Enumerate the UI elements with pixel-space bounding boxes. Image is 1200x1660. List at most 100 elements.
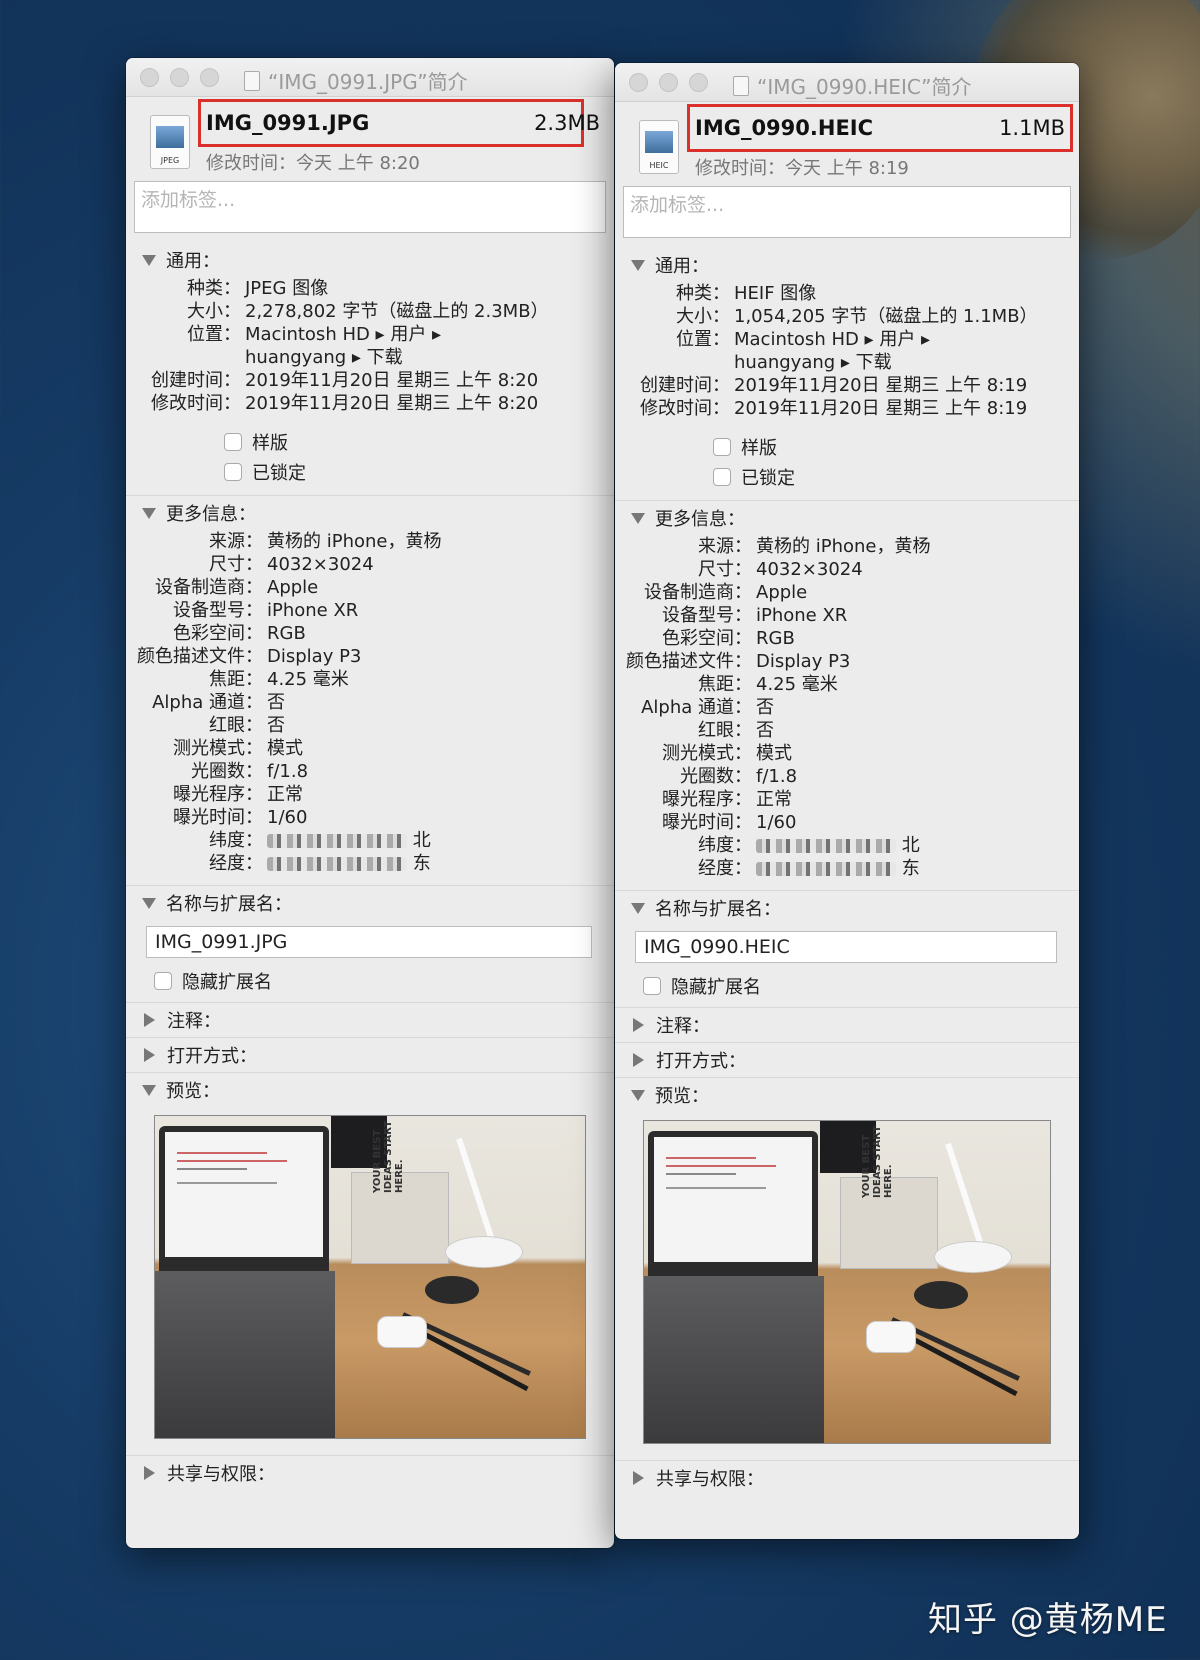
zoom-button[interactable] <box>689 73 708 92</box>
disclosure-triangle-icon[interactable] <box>142 254 156 266</box>
disclosure-triangle-icon[interactable] <box>144 1466 155 1480</box>
section-sharing-header[interactable]: 共享与权限： <box>615 1461 1079 1495</box>
section-more-info-header[interactable]: 更多信息： <box>615 501 1079 535</box>
section-general-header[interactable]: 通用： <box>126 243 614 277</box>
disclosure-triangle-icon[interactable] <box>633 1053 644 1067</box>
disclosure-triangle-icon[interactable] <box>631 1089 645 1101</box>
section-comments-header[interactable]: 注释： <box>615 1008 1079 1042</box>
section-more-info-header[interactable]: 更多信息： <box>126 496 614 530</box>
window-title: “IMG_0991.JPG”简介 <box>268 70 468 94</box>
info-row: 色彩空间： RGB <box>126 622 614 645</box>
stationery-checkbox[interactable]: 样版 <box>224 427 614 457</box>
modified-time: 修改时间：今天 上午 8:20 <box>206 153 420 174</box>
hide-extension-checkbox[interactable]: 隐藏扩展名 <box>615 971 1079 1001</box>
section-open-with-header[interactable]: 打开方式： <box>615 1043 1079 1077</box>
checkbox-icon[interactable] <box>643 977 661 995</box>
row-value: 东 <box>901 858 920 879</box>
info-window-heic[interactable]: “IMG_0990.HEIC”简介 HEIC IMG_0990.HEIC 1.1… <box>615 63 1079 1539</box>
close-button[interactable] <box>629 73 648 92</box>
info-row: 颜色描述文件： Display P3 <box>126 645 614 668</box>
row-value: 4032×3024 <box>756 559 863 580</box>
row-key: Alpha 通道： <box>152 692 263 713</box>
row-key: 光圈数： <box>191 761 263 782</box>
document-icon <box>733 75 749 96</box>
longitude-row: 经度： 东 <box>126 852 614 875</box>
filename-field[interactable]: IMG_0991.JPG <box>146 926 592 958</box>
disclosure-triangle-icon[interactable] <box>144 1048 155 1062</box>
disclosure-triangle-icon[interactable] <box>631 259 645 271</box>
row-key: 曝光程序： <box>662 789 752 810</box>
row-value: Display P3 <box>756 651 851 672</box>
section-open-with-header[interactable]: 打开方式： <box>126 1038 614 1072</box>
checkbox-label: 已锁定 <box>741 468 795 489</box>
disclosure-triangle-icon[interactable] <box>633 1018 644 1032</box>
row-key: 设备型号： <box>662 605 752 626</box>
section-comments-header[interactable]: 注释： <box>126 1003 614 1037</box>
more-info-rows: 来源： 黄杨的 iPhone，黄杨 尺寸： 4032×3024 设备制造商： Apple 设… <box>126 530 614 829</box>
locked-checkbox[interactable]: 已锁定 <box>713 462 1079 492</box>
info-row: 测光模式： 模式 <box>615 742 1079 765</box>
watermark: 知乎 @黄杨ME <box>928 1600 1168 1640</box>
title-bar[interactable]: “IMG_0990.HEIC”简介 <box>615 63 1079 102</box>
row-key: 焦距： <box>698 674 752 695</box>
stationery-checkbox[interactable]: 样版 <box>713 432 1079 462</box>
checkbox-label: 已锁定 <box>252 463 306 484</box>
info-row: 焦距： 4.25 毫米 <box>126 668 614 691</box>
row-key: 焦距： <box>209 669 263 690</box>
row-key: 设备型号： <box>173 600 263 621</box>
locked-checkbox[interactable]: 已锁定 <box>224 457 614 487</box>
row-value: HEIF 图像 <box>734 283 817 304</box>
info-row: 尺寸： 4032×3024 <box>615 558 1079 581</box>
row-key: 创建时间： <box>640 375 730 396</box>
info-row: 色彩空间： RGB <box>615 627 1079 650</box>
row-key: 来源： <box>698 536 752 557</box>
minimize-button[interactable] <box>170 68 189 87</box>
disclosure-triangle-icon[interactable] <box>142 1084 156 1096</box>
disclosure-triangle-icon[interactable] <box>631 902 645 914</box>
section-general-header[interactable]: 通用： <box>615 248 1079 282</box>
disclosure-triangle-icon[interactable] <box>142 897 156 909</box>
minimize-button[interactable] <box>659 73 678 92</box>
photo-preview: YOUR BEST IDEAS START HERE. <box>643 1120 1051 1444</box>
row-key: 曝光程序： <box>173 784 263 805</box>
checkbox-icon[interactable] <box>154 972 172 990</box>
info-row: 曝光程序： 正常 <box>126 783 614 806</box>
section-sharing-header[interactable]: 共享与权限： <box>126 1456 614 1490</box>
row-value: 2,278,802 字节（磁盘上的 2.3MB） <box>245 301 549 322</box>
row-value: 2019年11月20日 星期三 上午 8:19 <box>734 398 1028 419</box>
info-row: 颜色描述文件： Display P3 <box>615 650 1079 673</box>
section-name-ext-header[interactable]: 名称与扩展名： <box>126 886 614 920</box>
section-name-ext-header[interactable]: 名称与扩展名： <box>615 891 1079 925</box>
info-window-jpg[interactable]: “IMG_0991.JPG”简介 JPEG IMG_0991.JPG 2.3MB… <box>126 58 614 1548</box>
tags-input[interactable]: 添加标签... <box>623 186 1071 238</box>
checkbox-label: 样版 <box>741 438 777 459</box>
info-row: 光圈数： f/1.8 <box>126 760 614 783</box>
disclosure-triangle-icon[interactable] <box>631 512 645 524</box>
section-preview-header[interactable]: 预览： <box>615 1078 1079 1112</box>
section-preview-header[interactable]: 预览： <box>126 1073 614 1107</box>
image-file-icon: JPEG <box>150 115 190 169</box>
row-value: RGB <box>756 628 795 649</box>
tags-input[interactable]: 添加标签... <box>134 181 606 233</box>
disclosure-triangle-icon[interactable] <box>144 1013 155 1027</box>
section-label: 打开方式： <box>656 1051 746 1072</box>
hide-extension-checkbox[interactable]: 隐藏扩展名 <box>126 966 614 996</box>
info-row: 位置： Macintosh HD ▸ 用户 ▸ huangyang ▸ 下载 <box>615 328 1079 374</box>
info-row: 焦距： 4.25 毫米 <box>615 673 1079 696</box>
info-row: 种类： HEIF 图像 <box>615 282 1079 305</box>
title-bar[interactable]: “IMG_0991.JPG”简介 <box>126 58 614 97</box>
filename-field[interactable]: IMG_0990.HEIC <box>635 931 1057 963</box>
info-row: 曝光时间： 1/60 <box>615 811 1079 834</box>
close-button[interactable] <box>140 68 159 87</box>
file-header: JPEG IMG_0991.JPG 2.3MB 修改时间：今天 上午 8:20 <box>126 97 614 181</box>
row-value: 否 <box>267 715 285 736</box>
section-label: 名称与扩展名： <box>166 894 292 915</box>
disclosure-triangle-icon[interactable] <box>142 507 156 519</box>
checkbox-icon[interactable] <box>224 463 242 481</box>
checkbox-icon[interactable] <box>224 433 242 451</box>
redacted-value <box>267 834 407 848</box>
zoom-button[interactable] <box>200 68 219 87</box>
disclosure-triangle-icon[interactable] <box>633 1471 644 1485</box>
checkbox-icon[interactable] <box>713 438 731 456</box>
checkbox-icon[interactable] <box>713 468 731 486</box>
